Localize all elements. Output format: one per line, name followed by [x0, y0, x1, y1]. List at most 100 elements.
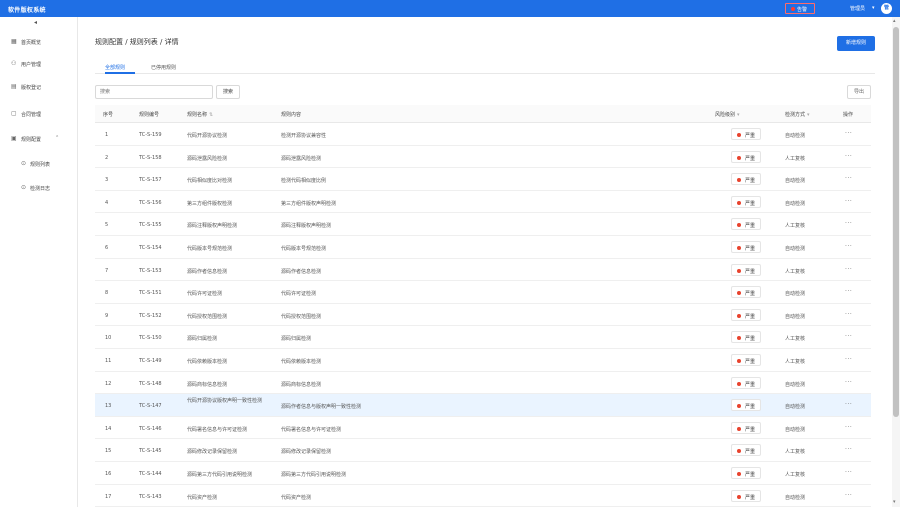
sidebar-item-label: 检测日志	[30, 186, 51, 192]
more-actions-icon[interactable]: ···	[845, 198, 852, 205]
detection-method: 自动检测	[785, 381, 806, 388]
more-actions-icon[interactable]: ···	[845, 243, 852, 250]
severity-dot-icon	[737, 133, 741, 137]
table-row[interactable]: 3 TC-S-157 代码相似度比对检测 检测代码相似度比例 严重 自动检测 ···	[95, 168, 871, 191]
tab-disabled-rules[interactable]: 已停用规则	[151, 64, 176, 71]
chevron-down-icon[interactable]: ▾	[872, 5, 875, 11]
sidebar-item-home[interactable]: ▦ 首页概览	[0, 35, 78, 49]
sidebar-item-registration[interactable]: ▤ 版权登记	[0, 80, 78, 94]
more-actions-icon[interactable]: ···	[845, 356, 852, 363]
sidebar-item-users[interactable]: ⚇ 用户管理	[0, 57, 78, 71]
rule-name: 源码归属检测	[187, 336, 218, 343]
export-button[interactable]: 导出	[847, 85, 871, 99]
more-actions-icon[interactable]: ···	[845, 401, 852, 408]
table-row[interactable]: 12 TC-S-148 源码商标信息检测 源码商标信息检测 严重 自动检测 ···	[95, 371, 871, 395]
alert-button[interactable]: 告警	[785, 3, 815, 14]
severity-dot-icon	[737, 223, 741, 228]
scroll-up-icon[interactable]: ▴	[893, 18, 896, 24]
more-actions-icon[interactable]: ···	[845, 130, 852, 137]
table-row[interactable]: 4 TC-S-156 第三方组件版权检测 第三方组件版权声明检测 严重 自动检测 ···	[95, 190, 871, 214]
table-row[interactable]: 14 TC-S-146 代码署名信息与许可证检测 代码署名信息与许可证检测 严重 自动检测…	[95, 416, 871, 440]
severity-dot-icon	[737, 246, 741, 250]
search-button[interactable]: 搜索	[216, 85, 240, 99]
more-actions-icon[interactable]: ···	[845, 153, 852, 160]
table-row[interactable]: 9 TC-S-152 代码授权范围检测 代码授权范围检测 严重 自动检测 ···	[95, 303, 871, 327]
scroll-down-icon[interactable]: ▾	[893, 499, 896, 505]
detection-method: 自动检测	[785, 494, 806, 501]
rule-code: TC-S-159	[139, 132, 162, 138]
table-row[interactable]: 17 TC-S-143 代码资产检测 代码资产检测 严重 自动检测 ···	[95, 484, 871, 507]
row-number: 2	[105, 154, 109, 161]
risk-level-label: 严重	[745, 178, 756, 185]
table-row[interactable]: 10 TC-S-150 源码归属检测 源码归属检测 严重 人工复核 ···	[95, 326, 871, 349]
more-actions-icon[interactable]: ···	[845, 469, 852, 476]
detection-method: 人工复核	[785, 472, 806, 478]
more-actions-icon[interactable]: ···	[845, 333, 852, 340]
column-header: 规则内容	[281, 112, 302, 118]
more-actions-icon[interactable]: ···	[845, 175, 852, 182]
table-row[interactable]: 16 TC-S-144 源码第三方代码引用说明检测 源码第三方代码引用说明检测 严重 人工…	[95, 462, 871, 485]
detection-method: 人工复核	[785, 449, 806, 456]
rule-content: 代码许可证检测	[281, 291, 317, 298]
more-actions-icon[interactable]: ···	[845, 492, 852, 499]
risk-level-badge: 严重	[731, 421, 761, 434]
table-row[interactable]: 1 TC-S-159 代码开源协议检测 检测开源协议兼容性 严重 自动检测 ···	[95, 123, 871, 146]
scroll-thumb[interactable]	[893, 27, 899, 417]
column-header[interactable]: 风险级别 ▾	[715, 111, 740, 118]
tab-all-rules[interactable]: 全部规则	[105, 64, 125, 71]
rule-name: 代码资产检测	[187, 494, 218, 501]
rule-content: 源码作者信息检测	[281, 268, 322, 275]
rule-name: 代码署名信息与许可证检测	[187, 426, 248, 433]
more-actions-icon[interactable]: ···	[845, 446, 852, 453]
table-row[interactable]: 2 TC-S-158 源码泄露风险检测 源码泄露风险检测 严重 人工复核 ···	[95, 145, 871, 169]
rule-name: 代码许可证检测	[187, 291, 223, 298]
collapse-sidebar-icon[interactable]: ◂	[34, 19, 37, 26]
user-name[interactable]: 管理员	[850, 5, 865, 12]
tab-bar: 全部规则 已停用规则	[95, 61, 875, 74]
more-actions-icon[interactable]: ···	[845, 424, 852, 431]
sidebar-item-rules[interactable]: ▣ 规则配置 ⌃	[0, 132, 78, 146]
table-row[interactable]: 8 TC-S-151 代码许可证检测 代码许可证检测 严重 自动检测 ···	[95, 281, 871, 304]
more-actions-icon[interactable]: ···	[845, 379, 852, 386]
risk-level-badge: 严重	[731, 241, 761, 253]
sidebar-subitem-rule-list[interactable]: ⊙ 规则列表	[0, 157, 78, 171]
table-row[interactable]: 15 TC-S-145 源码修改记录保留检测 源码修改记录保留检测 严重 人工复核 ···	[95, 439, 871, 462]
more-actions-icon[interactable]: ···	[845, 220, 852, 227]
sidebar-item-label: 规则配置	[21, 137, 42, 143]
rule-name: 代码授权范围检测	[187, 313, 228, 320]
rule-name: 源码注释版权声明检测	[187, 223, 238, 230]
risk-level-label: 严重	[745, 223, 756, 230]
sidebar-item-label: 合同管理	[21, 112, 42, 118]
table-row[interactable]: 5 TC-S-155 源码注释版权声明检测 源码注释版权声明检测 严重 人工复核 ···	[95, 213, 871, 236]
risk-level-badge: 严重	[731, 467, 761, 479]
table-row[interactable]: 7 TC-S-153 源码作者信息检测 源码作者信息检测 严重 人工复核 ···	[95, 258, 871, 282]
more-actions-icon[interactable]: ···	[845, 288, 852, 295]
sidebar-item-contracts[interactable]: ▢ 合同管理	[0, 107, 78, 121]
table-row[interactable]: 6 TC-S-154 代码版本号规范检测 代码版本号规范检测 严重 自动检测 ···	[95, 236, 871, 259]
rule-code: TC-S-153	[139, 267, 162, 274]
risk-level-badge: 严重	[731, 331, 761, 344]
row-number: 3	[105, 177, 109, 184]
risk-level-label: 严重	[745, 291, 756, 298]
rule-name: 第三方组件版权检测	[187, 200, 233, 207]
column-header[interactable]: 检测方式 ▾	[785, 111, 810, 118]
risk-level-label: 严重	[745, 359, 756, 365]
table-row[interactable]: 11 TC-S-149 代码依赖版本检测 代码依赖版本检测 严重 人工复核 ···	[95, 349, 871, 372]
rule-code: TC-S-146	[139, 425, 162, 432]
page-scrollbar[interactable]: ▴ ▾	[892, 17, 900, 507]
risk-level-label: 严重	[745, 404, 756, 411]
sidebar-subitem-detection-log[interactable]: ⊙ 检测日志	[0, 181, 78, 195]
rule-code: TC-S-144	[139, 471, 162, 477]
search-input[interactable]	[95, 85, 213, 99]
rules-icon: ▣	[11, 135, 17, 142]
avatar[interactable]: 管	[881, 3, 892, 14]
risk-level-label: 严重	[745, 449, 756, 456]
more-actions-icon[interactable]: ···	[845, 311, 852, 318]
rule-code: TC-S-152	[139, 312, 162, 319]
rule-name: 代码开源协议检测	[187, 133, 228, 139]
severity-dot-icon	[737, 313, 741, 318]
table-row[interactable]: 13 TC-S-147 代码开源协议版权声明一致性检测 源码作者信息与版权声明一致性检…	[95, 394, 871, 417]
column-header[interactable]: 规则名称 ⇅	[187, 111, 213, 118]
more-actions-icon[interactable]: ···	[845, 266, 852, 273]
add-rule-button[interactable]: 新增规则	[837, 36, 875, 51]
